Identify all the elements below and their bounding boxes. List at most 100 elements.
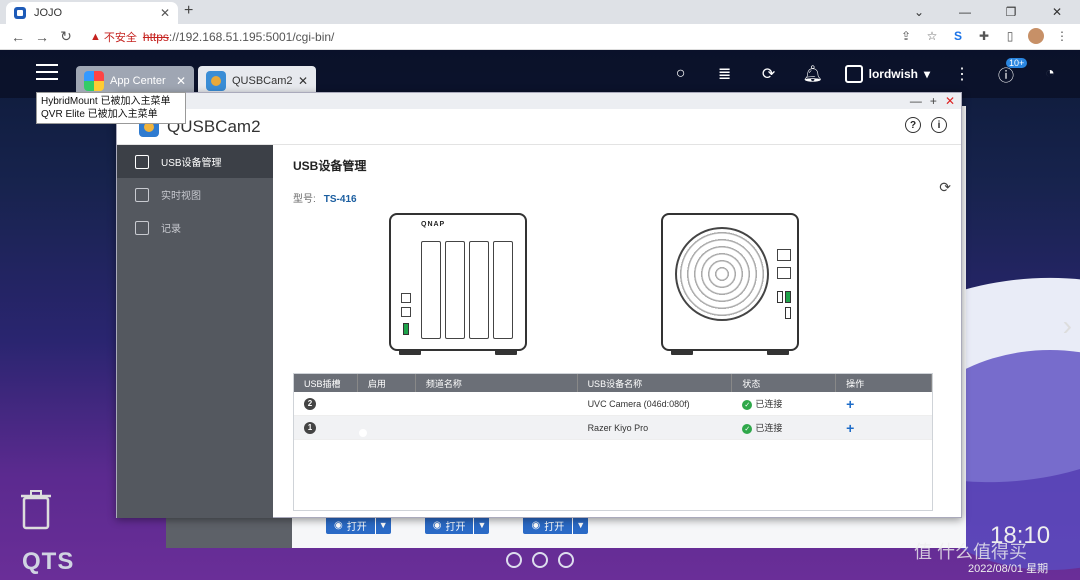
usb-port-back: [785, 307, 791, 319]
close-icon[interactable]: ✕: [176, 74, 186, 88]
close-icon[interactable]: ✕: [945, 94, 955, 108]
dock-circle-icon[interactable]: [506, 552, 522, 568]
forward-icon[interactable]: →: [30, 29, 54, 45]
dashboard-gauge-icon[interactable]: ◔: [1038, 62, 1062, 86]
lan-port-icon: [777, 267, 791, 279]
usb-device-table: USB插槽 启用 频道名称 USB设备名称 状态 操作 2 UVC Camera…: [293, 373, 933, 511]
menu-dots-icon[interactable]: ⋮: [1054, 29, 1070, 43]
table-header: USB插槽 启用 频道名称 USB设备名称 状态 操作: [294, 374, 933, 392]
column-header: USB插槽: [294, 374, 358, 392]
usb-manage-icon: [135, 154, 149, 169]
nas-back-diagram: [661, 213, 799, 355]
close-window-icon[interactable]: ✕: [1034, 0, 1080, 24]
open-circle-icon: ◉: [334, 519, 343, 531]
minimize-icon[interactable]: —: [942, 0, 988, 24]
header-icons: ? i: [905, 117, 947, 133]
table-body: 2 UVC Camera (046d:080f) ✓ 已连接 + 1 Razer …: [294, 392, 932, 510]
reload-icon[interactable]: ↻: [54, 28, 78, 45]
column-header: 启用: [358, 374, 416, 392]
chevron-down-icon[interactable]: ⌄: [896, 0, 942, 24]
close-icon[interactable]: ✕: [298, 74, 308, 88]
refresh-icon[interactable]: ⟳: [939, 179, 951, 196]
fan-icon: [675, 227, 769, 321]
dock-circle-icon[interactable]: [532, 552, 548, 568]
puzzle-icon[interactable]: ✚: [976, 29, 992, 43]
chevron-right-icon[interactable]: ›: [1063, 310, 1072, 342]
bookmark-star-icon[interactable]: ☆: [924, 29, 940, 43]
column-header: 频道名称: [416, 374, 578, 392]
extension-s-icon[interactable]: S: [950, 29, 966, 43]
window-buttons: — + ✕: [910, 94, 955, 108]
trash-icon[interactable]: [20, 490, 52, 530]
share-icon[interactable]: ⇪: [898, 29, 914, 43]
search-icon[interactable]: ○: [669, 62, 693, 86]
lan-port-icon: [777, 249, 791, 261]
usb-port-back: [785, 291, 791, 303]
sidebar-item-record[interactable]: 记录: [117, 211, 273, 244]
info-icon[interactable]: i: [931, 117, 947, 133]
chevron-down-icon[interactable]: ▼: [473, 516, 490, 534]
close-tab-icon[interactable]: ✕: [160, 6, 170, 20]
usb-port-front: [403, 323, 409, 335]
browser-tab[interactable]: JOJO ✕: [6, 2, 178, 24]
more-options-icon[interactable]: ⋮: [950, 62, 974, 86]
qts-brand: QTS: [22, 548, 75, 575]
slot-number: 2: [304, 397, 316, 410]
browser-tab-title: JOJO: [34, 7, 63, 19]
sidebar-item-label: USB设备管理: [161, 158, 222, 169]
tooltip-line: HybridMount 已被加入主菜单: [41, 96, 171, 107]
address-bar[interactable]: https://192.168.51.195:5001/cgi-bin/: [143, 30, 334, 44]
notification-bell-icon[interactable]: 🔔︎: [801, 62, 825, 86]
tooltip-line: QVR Elite 已被加入主菜单: [41, 109, 158, 120]
qts-tab-label: QUSBCam2: [232, 75, 293, 87]
model-value: TS-416: [323, 194, 357, 205]
open-circle-icon: ◉: [432, 519, 442, 531]
username: lordwish: [868, 67, 918, 81]
insecure-indicator[interactable]: ▲ 不安全: [90, 29, 137, 45]
warning-icon: ▲: [90, 30, 101, 43]
column-header: 操作: [836, 374, 933, 392]
add-action-button[interactable]: +: [846, 396, 854, 412]
window-titlebar[interactable]: — + ✕: [117, 93, 961, 109]
sidebar-item-usb-manage[interactable]: USB设备管理: [117, 145, 273, 178]
background-tasks-icon[interactable]: ≣: [713, 62, 737, 86]
open-button[interactable]: ◉ 打开 ▼: [424, 516, 490, 534]
toolbar-icons: ⇪ ☆ S ✚ ▯ ⋮: [898, 28, 1070, 44]
browser-toolbar: ← → ↻ ▲ 不安全 https://192.168.51.195:5001/…: [0, 24, 1080, 50]
sidebar-item-live-view[interactable]: 实时视图: [117, 178, 273, 211]
sidepanel-icon[interactable]: ▯: [1002, 29, 1018, 43]
help-icon[interactable]: ?: [905, 117, 921, 133]
drive-bay: [421, 241, 441, 339]
open-button-label: 打开: [445, 521, 466, 533]
power-button-icon: [401, 293, 411, 303]
desktop-clock: 18:10: [990, 522, 1051, 549]
dock-circle-icon[interactable]: [558, 552, 574, 568]
insecure-label: 不安全: [103, 31, 137, 44]
new-tab-icon[interactable]: +: [184, 2, 193, 20]
maximize-icon[interactable]: +: [930, 94, 937, 108]
chevron-down-icon[interactable]: ▼: [572, 516, 589, 534]
profile-avatar[interactable]: [1028, 28, 1044, 44]
open-button[interactable]: ◉ 打开 ▼: [326, 516, 391, 534]
minimize-icon[interactable]: —: [910, 94, 922, 108]
device-name: Razer Kiyo Pro: [587, 422, 649, 433]
user-menu[interactable]: lordwish ▾: [844, 65, 930, 83]
open-button-label: 打开: [544, 521, 565, 533]
add-action-button[interactable]: +: [846, 420, 854, 436]
main-menu-icon[interactable]: [36, 64, 58, 80]
column-header: 状态: [732, 374, 837, 392]
sidebar-item-label: 实时视图: [161, 191, 201, 202]
chevron-down-icon[interactable]: ▼: [374, 516, 391, 534]
info-alert-icon[interactable]: ⓘ 10+: [994, 58, 1028, 86]
sync-icon[interactable]: ⟳: [757, 62, 781, 86]
table-row[interactable]: 1 Razer Kiyo Pro ✓ 已连接 +: [294, 416, 932, 440]
bottom-dock: [506, 552, 574, 568]
qusbcam2-window: — + ✕ QUSBCam2 ? i USB设备管理 实时视图 记录 USB设备…: [116, 92, 962, 518]
nas-brand-label: QNAP: [421, 221, 446, 228]
live-view-icon: [135, 187, 149, 202]
table-row[interactable]: 2 UVC Camera (046d:080f) ✓ 已连接 +: [294, 392, 932, 416]
open-button[interactable]: ◉ 打开 ▼: [523, 516, 589, 534]
browser-tabstrip: JOJO ✕ + ⌄ — ❐ ✕: [0, 0, 1080, 24]
restore-icon[interactable]: ❐: [988, 0, 1034, 24]
back-icon[interactable]: ←: [6, 29, 30, 45]
